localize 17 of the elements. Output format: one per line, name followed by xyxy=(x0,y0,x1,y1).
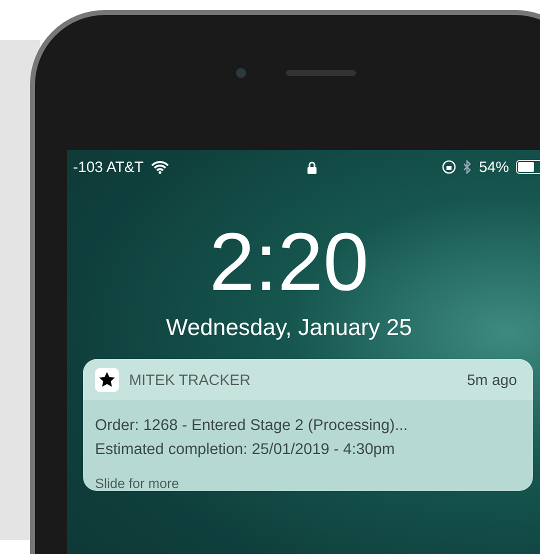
slide-hint: Slide for more xyxy=(95,476,180,491)
speaker-grille xyxy=(286,70,356,76)
clock-time: 2:20 xyxy=(208,222,370,304)
notification-text: Order: 1268 - Entered Stage 2 (Processing)... xyxy=(95,416,409,436)
wifi-icon xyxy=(150,160,169,174)
camera-icon xyxy=(236,68,246,78)
carrier-label: -103 AT&T xyxy=(73,158,144,176)
clock-date: Wednesday, January 25 xyxy=(165,314,413,341)
notification-time: 5m ago xyxy=(466,372,517,388)
battery-percent: 54% xyxy=(478,158,509,176)
notification-card[interactable]: MITEK TRACKER 5m ago Order: 1268 - Entered Stage 2 (Processing)... Estimated completion: 25/01/2019 - 4:30pm Slide for more xyxy=(83,359,533,491)
notification-text: Estimated completion: 25/01/2019 - 4:30pm xyxy=(95,440,396,460)
bluetooth-icon xyxy=(462,160,472,174)
rotation-lock-icon xyxy=(442,160,456,174)
battery-icon xyxy=(516,160,540,174)
lock-icon xyxy=(306,160,316,174)
app-name: MITEK TRACKER xyxy=(129,372,252,388)
